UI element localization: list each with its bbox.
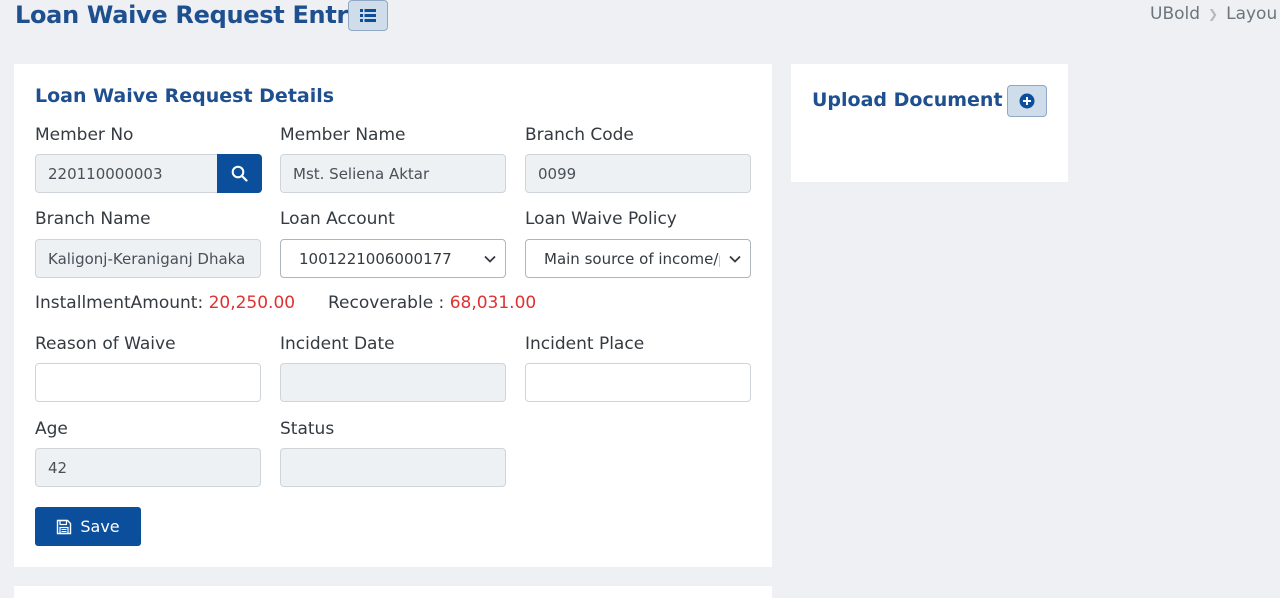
secondary-card: [14, 586, 772, 598]
upload-document-card: [791, 64, 1068, 182]
incident-place-label: Incident Place: [525, 334, 645, 354]
reason-of-waive-input[interactable]: [35, 363, 261, 402]
loan-account-selected: 1001221006000177: [299, 249, 452, 268]
plus-circle-icon: [1019, 93, 1035, 109]
save-button[interactable]: Save: [35, 507, 141, 546]
add-document-button[interactable]: [1007, 85, 1047, 117]
list-view-button[interactable]: [348, 0, 388, 31]
upload-document-title: Upload Document: [812, 89, 1003, 111]
branch-name-input[interactable]: Kaligonj-Keraniganj Dhaka: [35, 239, 261, 278]
loan-waive-policy-label: Loan Waive Policy: [525, 209, 677, 229]
breadcrumb: UBold ❯ Layou: [1150, 4, 1277, 24]
incident-place-input[interactable]: [525, 363, 751, 402]
branch-code-label: Branch Code: [525, 125, 634, 145]
branch-code-input[interactable]: 0099: [525, 154, 751, 193]
incident-date-label: Incident Date: [280, 334, 395, 354]
search-icon: [231, 165, 248, 182]
chevron-down-icon: [720, 255, 750, 263]
recoverable-label: Recoverable :: [328, 293, 445, 313]
member-search-button[interactable]: [217, 154, 262, 193]
incident-date-input[interactable]: [280, 363, 506, 402]
installment-amount-label: InstallmentAmount:: [35, 293, 204, 313]
page-title: Loan Waive Request Entry: [15, 1, 364, 29]
save-icon: [57, 519, 72, 534]
member-no-label: Member No: [35, 125, 134, 145]
breadcrumb-item-layouts[interactable]: Layou: [1226, 4, 1277, 24]
details-card-title: Loan Waive Request Details: [35, 85, 335, 107]
recoverable-value: 68,031.00: [449, 293, 537, 313]
loan-account-label: Loan Account: [280, 209, 395, 229]
member-no-input[interactable]: 220110000003: [35, 154, 219, 193]
loan-waive-policy-select[interactable]: Main source of income/p: [525, 239, 751, 278]
age-input[interactable]: 42: [35, 448, 261, 487]
member-name-label: Member Name: [280, 125, 406, 145]
list-icon: [360, 9, 376, 22]
age-label: Age: [35, 419, 68, 439]
installment-amount-value: 20,250.00: [208, 293, 296, 313]
installment-amount-line: InstallmentAmount: 20,250.00: [35, 293, 295, 313]
chevron-down-icon: [475, 255, 505, 263]
save-button-label: Save: [80, 517, 120, 536]
breadcrumb-item-ubold[interactable]: UBold: [1150, 4, 1200, 24]
member-name-input[interactable]: Mst. Seliena Aktar: [280, 154, 506, 193]
reason-of-waive-label: Reason of Waive: [35, 334, 176, 354]
loan-waive-policy-selected: Main source of income/p: [544, 249, 720, 268]
status-input[interactable]: [280, 448, 506, 487]
recoverable-line: Recoverable : 68,031.00: [328, 293, 536, 313]
branch-name-label: Branch Name: [35, 209, 151, 229]
page-header: Loan Waive Request Entry UBold ❯ Layou: [0, 0, 1280, 44]
chevron-right-icon: ❯: [1208, 7, 1219, 21]
status-label: Status: [280, 419, 335, 439]
loan-account-select[interactable]: 1001221006000177: [280, 239, 506, 278]
